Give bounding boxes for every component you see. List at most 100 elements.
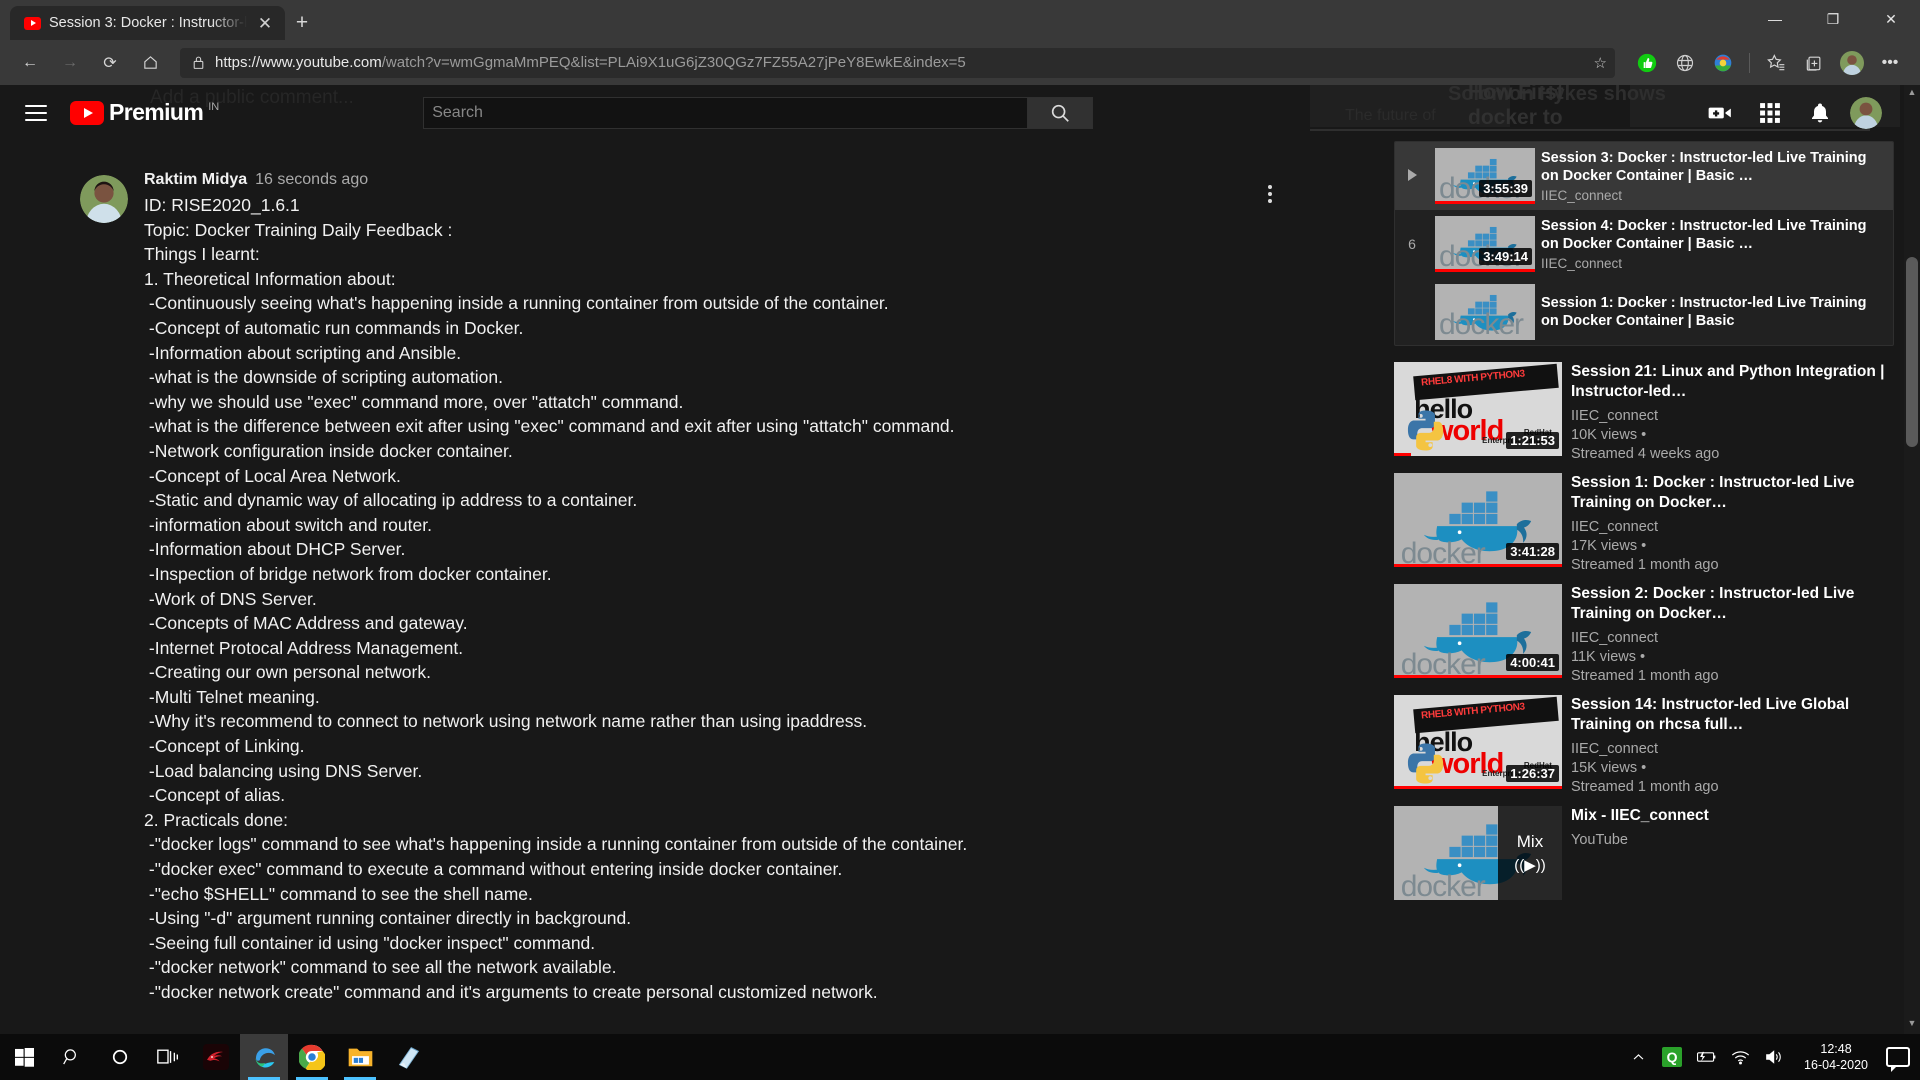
playlist-thumbnail[interactable]: docker 3:49:14: [1435, 216, 1535, 272]
minimize-button[interactable]: —: [1746, 0, 1804, 38]
microsoft-edge-icon[interactable]: [240, 1034, 288, 1080]
recommendation-thumbnail[interactable]: docker Mix ((▶)): [1394, 806, 1562, 900]
recommendation-thumbnail[interactable]: RHEL8 WITH PYTHON3 hello world RedHatEnt…: [1394, 362, 1562, 456]
playlist-video-title[interactable]: Session 4: Docker : Instructor-led Live …: [1541, 217, 1881, 253]
recommendation-title[interactable]: Session 1: Docker : Instructor-led Live …: [1571, 473, 1894, 513]
recommendation-when: Streamed 1 month ago: [1571, 668, 1719, 684]
show-hidden-icons-chevron[interactable]: [1626, 1051, 1650, 1064]
recommendation-channel[interactable]: IIEC_connect: [1571, 518, 1894, 537]
playlist-thumbnail[interactable]: docker 3:55:39: [1435, 148, 1535, 204]
recommendation-title[interactable]: Session 14: Instructor-led Live Global T…: [1571, 695, 1894, 735]
secondary-rail: docker 3:55:39 Session 3: Docker : Instr…: [1394, 141, 1894, 1034]
video-duration: 3:49:14: [1479, 248, 1532, 265]
youtube-premium-logo[interactable]: Premium IN: [70, 101, 219, 125]
more-settings-icon[interactable]: •••: [1872, 47, 1908, 79]
system-tray: Q 12:48 16-04-2020: [1626, 1041, 1920, 1073]
recommendation-channel[interactable]: IIEC_connect: [1571, 740, 1894, 759]
scroll-down-arrow-icon[interactable]: ▼: [1906, 1018, 1918, 1032]
recommendation-thumbnail[interactable]: docker 3:41:28: [1394, 473, 1562, 567]
create-video-icon[interactable]: [1700, 93, 1740, 133]
wifi-icon[interactable]: [1728, 1050, 1752, 1065]
file-explorer-icon[interactable]: [336, 1034, 384, 1080]
recommendation-channel[interactable]: IIEC_connect: [1571, 407, 1894, 426]
logo-word: Premium: [109, 99, 204, 125]
home-icon[interactable]: [132, 47, 168, 79]
forward-icon[interactable]: →: [52, 47, 88, 79]
recommendation-item[interactable]: docker 3:41:28 Session 1: Docker : Instr…: [1394, 473, 1894, 575]
playlist-thumbnail[interactable]: docker: [1435, 284, 1535, 340]
notifications-bell-icon[interactable]: [1800, 93, 1840, 133]
notepad-icon[interactable]: [384, 1034, 432, 1080]
recommendation-title[interactable]: Session 2: Docker : Instructor-led Live …: [1571, 584, 1894, 624]
close-window-button[interactable]: ✕: [1862, 0, 1920, 38]
search-icon[interactable]: [48, 1034, 96, 1080]
bookmark-star-icon[interactable]: ☆: [1594, 54, 1607, 72]
watch-progress-bar: [1394, 453, 1411, 456]
search-button[interactable]: [1028, 97, 1094, 129]
quickheal-icon[interactable]: Q: [1660, 1047, 1684, 1067]
kali-linux-icon[interactable]: [192, 1034, 240, 1080]
comment-options-icon[interactable]: [1250, 171, 1290, 1005]
recommendation-meta: Session 2: Docker : Instructor-led Live …: [1571, 584, 1894, 686]
internet-download-manager-icon[interactable]: [1705, 47, 1741, 79]
account-avatar[interactable]: [1850, 97, 1882, 129]
close-icon[interactable]: ✕: [255, 15, 275, 32]
new-tab-button[interactable]: +: [285, 6, 319, 40]
playlist-video-title[interactable]: Session 3: Docker : Instructor-led Live …: [1541, 149, 1881, 185]
playlist-meta: Session 4: Docker : Instructor-led Live …: [1541, 217, 1887, 271]
playlist-index: [1395, 168, 1429, 184]
comment-timestamp: 16 seconds ago: [255, 171, 369, 188]
cortana-icon[interactable]: [96, 1034, 144, 1080]
comment-item: Raktim Midya 16 seconds ago ID: RISE2020…: [80, 171, 1290, 1005]
browser-tab[interactable]: Session 3: Docker : Instructor-led ✕: [10, 6, 285, 40]
adblock-thumbs-up-icon[interactable]: [1629, 47, 1665, 79]
recommendation-views: 11K views •: [1571, 649, 1646, 665]
google-chrome-icon[interactable]: [288, 1034, 336, 1080]
task-view-icon[interactable]: [144, 1034, 192, 1080]
maximize-button[interactable]: ❐: [1804, 0, 1862, 38]
recommendation-thumbnail[interactable]: RHEL8 WITH PYTHON3 hello world RedHatEnt…: [1394, 695, 1562, 789]
apps-grid-icon[interactable]: [1750, 93, 1790, 133]
watch-progress-bar: [1394, 675, 1562, 678]
recommendation-title[interactable]: Session 21: Linux and Python Integration…: [1571, 362, 1894, 402]
masthead-actions: [1700, 93, 1882, 133]
playlist-channel[interactable]: IIEC_connect: [1541, 188, 1881, 203]
recommendation-thumbnail[interactable]: docker 4:00:41: [1394, 584, 1562, 678]
start-icon[interactable]: [0, 1034, 48, 1080]
playlist-row[interactable]: docker Session 1: Docker : Instructor-le…: [1395, 278, 1893, 345]
playlist-channel[interactable]: IIEC_connect: [1541, 256, 1881, 271]
recommendation-title[interactable]: Mix - IIEC_connect: [1571, 806, 1894, 826]
playlist-row[interactable]: 6 docker 3:49:14 Session 4: Docker : Ins…: [1395, 210, 1893, 278]
back-icon[interactable]: ←: [12, 47, 48, 79]
profile-avatar[interactable]: [1834, 47, 1870, 79]
taskbar-clock[interactable]: 12:48 16-04-2020: [1796, 1041, 1876, 1073]
video-duration: 1:21:53: [1506, 432, 1559, 449]
recommendation-item[interactable]: RHEL8 WITH PYTHON3 hello world RedHatEnt…: [1394, 362, 1894, 464]
recommendation-channel[interactable]: IIEC_connect: [1571, 629, 1894, 648]
video-duration: 4:00:41: [1506, 654, 1559, 671]
scroll-up-arrow-icon[interactable]: ▲: [1906, 87, 1918, 101]
comment-author-avatar[interactable]: [80, 175, 128, 223]
tab-title: Session 3: Docker : Instructor-led: [49, 15, 247, 31]
battery-charging-icon[interactable]: [1694, 1050, 1718, 1064]
address-bar[interactable]: https://www.youtube.com/watch?v=wmGgmaMm…: [180, 47, 1615, 78]
clock-date: 16-04-2020: [1804, 1058, 1868, 1072]
action-center-icon[interactable]: [1886, 1047, 1910, 1072]
comment-author[interactable]: Raktim Midya: [144, 171, 247, 189]
globe-icon[interactable]: [1667, 47, 1703, 79]
volume-icon[interactable]: [1762, 1049, 1786, 1065]
playlist-video-title[interactable]: Session 1: Docker : Instructor-led Live …: [1541, 294, 1881, 330]
collections-icon[interactable]: [1796, 47, 1832, 79]
recommendation-item[interactable]: RHEL8 WITH PYTHON3 hello world RedHatEnt…: [1394, 695, 1894, 797]
recommendation-item[interactable]: docker Mix ((▶)) Mix - IIEC_connect YouT…: [1394, 806, 1894, 900]
search-input[interactable]: Search: [423, 97, 1029, 129]
playlist-row[interactable]: docker 3:55:39 Session 3: Docker : Instr…: [1395, 142, 1893, 210]
menu-icon[interactable]: [16, 93, 56, 133]
url-domain: www.youtube.com: [260, 54, 382, 71]
reload-icon[interactable]: ⟳: [92, 47, 128, 79]
scrollbar-thumb[interactable]: [1906, 257, 1918, 447]
page-scrollbar[interactable]: ▲ ▼: [1904, 85, 1920, 1034]
favorites-icon[interactable]: [1758, 47, 1794, 79]
recommendation-item[interactable]: docker 4:00:41 Session 2: Docker : Instr…: [1394, 584, 1894, 686]
recommendation-channel[interactable]: YouTube: [1571, 831, 1894, 850]
